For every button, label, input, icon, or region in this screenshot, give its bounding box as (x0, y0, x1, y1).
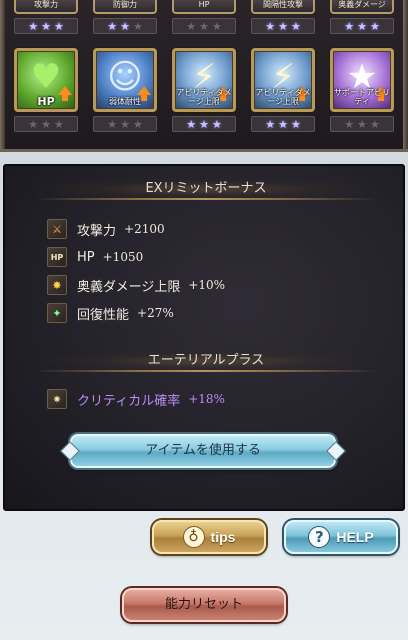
stat-row: ✸ 奥義ダメージ上限 +10% (47, 274, 225, 296)
star-rating: ★ ★ ★ (93, 116, 157, 132)
hp-icon: HP (47, 247, 67, 267)
stat-value: +10% (188, 278, 226, 292)
skill-label: サポートアビリティ (334, 88, 390, 106)
star-rating: ★ ★ ★ (172, 116, 236, 132)
star-rating: ★ ★ ★ (330, 116, 394, 132)
top-skill-label: 間隔性攻撃 (251, 0, 315, 14)
help-label: HELP (336, 529, 374, 545)
skill-ability-cap-button[interactable]: ⚡ アビリティダメージ上限 (172, 48, 236, 112)
stat-name: 回復性能 (77, 307, 130, 323)
stat-row: ✦ 回復性能 +27% (47, 302, 174, 324)
top-skill-label: 攻撃力 (14, 0, 78, 14)
stat-value: +18% (188, 392, 225, 406)
tips-button[interactable]: ♁ tips (152, 520, 266, 554)
skill-resist-button[interactable]: ☺ 弱体耐性 (93, 48, 157, 112)
skill-ability-cap-button[interactable]: ⚡ アビリティダメージ上限 (251, 48, 315, 112)
use-item-button[interactable]: アイテムを使用する (60, 434, 346, 468)
skill-label: アビリティダメージ上限 (176, 88, 232, 106)
stat-row: ⚔ 攻撃力 +2100 (47, 218, 165, 240)
skill-label: アビリティダメージ上限 (255, 88, 311, 106)
ether-plus-title: エーテリアルプラス (35, 350, 377, 372)
stat-value: +2100 (124, 222, 165, 236)
star-rating: ★ ★ ★ (251, 116, 315, 132)
lightbulb-icon: ♁ (182, 526, 205, 548)
heal-icon: ✦ (47, 303, 67, 323)
stat-name: 攻撃力 (77, 223, 117, 239)
skill-label: HP (37, 95, 55, 108)
top-skill-label: 奥義ダメージ (330, 0, 394, 14)
ougi-icon: ✸ (47, 275, 67, 295)
stat-value: +1050 (102, 250, 144, 264)
sword-icon: ⚔ (47, 219, 67, 239)
star-rating: ★ ★ ★ (93, 18, 157, 34)
reset-label: 能力リセット (164, 597, 243, 612)
star-rating: ★ ★ ★ (251, 18, 315, 34)
skill-grid-panel: 攻撃力 ★ ★ ★ ♥ HP ★ ★ ★ 防御力 ★ ★ ★ ☺ 弱体耐性 ★ ★ ★ HP ★… (0, 0, 408, 152)
top-skill-label: HP (172, 0, 236, 14)
stat-row: HP HP +1050 (47, 246, 143, 268)
tips-label: tips (210, 529, 236, 545)
skill-hp-button[interactable]: ♥ HP (14, 48, 78, 112)
arrow-up-icon (58, 86, 72, 101)
stat-name: HP (77, 249, 95, 265)
arrow-up-icon (137, 86, 151, 101)
star-rating: ★ ★ ★ (14, 18, 78, 34)
stat-name: 奥義ダメージ上限 (77, 279, 181, 295)
ex-limit-title: EXリミットボーナス (35, 178, 377, 200)
use-item-label: アイテムを使用する (145, 443, 261, 458)
star-rating: ★ ★ ★ (14, 116, 78, 132)
star-rating: ★ ★ ★ (330, 18, 394, 34)
skill-support-button[interactable]: ★ サポートアビリティ (330, 48, 394, 112)
stat-name: クリティカル確率 (77, 393, 181, 409)
critical-icon: ✷ (47, 389, 67, 409)
star-rating: ★ ★ ★ (172, 18, 236, 34)
question-icon: ? (308, 526, 331, 548)
stat-value: +27% (137, 306, 174, 320)
stat-row: ✷ クリティカル確率 +18% (47, 388, 225, 410)
help-button[interactable]: ? HELP (284, 520, 398, 554)
skill-label: 弱体耐性 (109, 97, 141, 106)
top-skill-label: 防御力 (93, 0, 157, 14)
reset-ability-button[interactable]: 能力リセット (122, 588, 286, 622)
